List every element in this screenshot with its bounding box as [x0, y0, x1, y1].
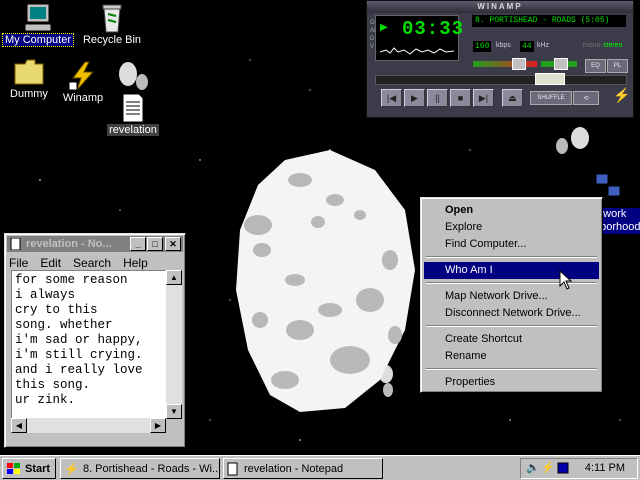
- windows-logo-icon: [7, 462, 20, 474]
- icon-label: revelation: [107, 124, 159, 136]
- maximize-button[interactable]: □: [147, 237, 163, 251]
- small-rock: [571, 127, 589, 149]
- desktop-icon-recycle-bin[interactable]: Recycle Bin: [77, 2, 147, 46]
- winamp-icon: ⚡: [64, 461, 79, 476]
- pause-button[interactable]: ||: [427, 89, 448, 107]
- kbps-label: kbps: [496, 42, 511, 49]
- stereo-label: stereo: [603, 42, 623, 49]
- winamp-tray-icon[interactable]: ⚡: [541, 461, 555, 474]
- seek-bar[interactable]: [375, 75, 627, 85]
- next-button[interactable]: ▶|: [473, 89, 494, 107]
- winamp-logo-icon[interactable]: ⚡: [613, 87, 630, 104]
- menu-item-rename[interactable]: Rename: [424, 348, 599, 365]
- stop-button[interactable]: ■: [450, 89, 471, 107]
- menu-separator: [426, 325, 597, 327]
- previous-button[interactable]: |◀: [381, 89, 402, 107]
- icon-label: Dummy: [10, 88, 48, 100]
- menu-separator: [426, 368, 597, 370]
- menu-file[interactable]: File: [9, 256, 28, 270]
- desktop-icon-revelation[interactable]: revelation: [98, 92, 168, 136]
- vertical-scrollbar[interactable]: ▲ ▼: [166, 270, 182, 419]
- visualizer: [380, 47, 454, 55]
- winamp-time: 03:33: [402, 18, 465, 40]
- winamp-bitrate: 160: [473, 41, 492, 52]
- play-button[interactable]: ▶: [404, 89, 425, 107]
- clock[interactable]: 4:11 PM: [585, 462, 625, 474]
- notepad-icon: [10, 238, 21, 250]
- window-title: revelation - No...: [26, 238, 112, 250]
- notepad-titlebar[interactable]: revelation - No... _ □ ✕: [7, 236, 183, 252]
- folder-icon: [13, 56, 45, 86]
- winamp-samplerate: 44: [520, 41, 534, 52]
- notepad-icon: [227, 462, 238, 475]
- menu-item-map-network-drive[interactable]: Map Network Drive...: [424, 288, 599, 305]
- scroll-left-button[interactable]: ◀: [11, 418, 27, 433]
- recycle-bin-icon: [96, 2, 128, 33]
- horizontal-scrollbar[interactable]: ◀ ▶: [11, 418, 166, 433]
- winamp-display: ▶ 03:33: [375, 15, 463, 61]
- close-button[interactable]: ✕: [165, 237, 181, 251]
- minimize-button[interactable]: _: [130, 237, 146, 251]
- shuffle-button[interactable]: SHUFFLE: [530, 91, 572, 105]
- task-button-winamp[interactable]: ⚡ 8. Portishead - Roads - Wi...: [60, 458, 220, 479]
- my-computer-icon: [22, 2, 54, 32]
- scroll-right-button[interactable]: ▶: [150, 418, 166, 433]
- start-button[interactable]: Start: [2, 458, 56, 479]
- icon-label: Recycle Bin: [82, 34, 142, 46]
- balance-thumb[interactable]: [554, 58, 568, 70]
- desktop-icon-my-computer[interactable]: My Computer: [1, 2, 75, 47]
- menu-item-find-computer[interactable]: Find Computer...: [424, 236, 599, 253]
- menu-separator: [426, 256, 597, 258]
- icon-label: My Computer: [1, 33, 75, 47]
- eject-button[interactable]: ⏏: [502, 89, 523, 107]
- mono-label: mono: [583, 42, 601, 49]
- winamp-window[interactable]: WINAMP OAIDV ▶ 03:33 8. PORTISHEAD - ROA…: [366, 0, 634, 118]
- menu-item-create-shortcut[interactable]: Create Shortcut: [424, 331, 599, 348]
- display-icon[interactable]: [557, 462, 569, 474]
- menu-search[interactable]: Search: [73, 256, 111, 270]
- scroll-down-button[interactable]: ▼: [166, 404, 182, 419]
- small-rock: [383, 383, 393, 397]
- context-menu: Open Explore Find Computer... Who Am I M…: [420, 197, 603, 393]
- repeat-button[interactable]: ⟲: [573, 91, 599, 105]
- menu-item-properties[interactable]: Properties: [424, 374, 599, 391]
- taskbar: Start ⚡ 8. Portishead - Roads - Wi... re…: [0, 455, 640, 480]
- menu-help[interactable]: Help: [123, 256, 148, 270]
- menu-item-open[interactable]: Open: [424, 202, 599, 219]
- text-document-icon: [117, 92, 149, 123]
- menu-edit[interactable]: Edit: [40, 256, 61, 270]
- scroll-up-button[interactable]: ▲: [166, 270, 182, 285]
- menu-item-explore[interactable]: Explore: [424, 219, 599, 236]
- task-button-notepad[interactable]: revelation - Notepad: [223, 458, 383, 479]
- notepad-window[interactable]: revelation - No... _ □ ✕ File Edit Searc…: [4, 233, 186, 448]
- seek-thumb[interactable]: [535, 73, 565, 85]
- system-tray: 🔈 ⚡ 4:11 PM: [520, 458, 638, 479]
- playlist-toggle-button[interactable]: PL: [607, 59, 628, 73]
- winamp-song-title: 8. PORTISHEAD - ROADS (5:05): [472, 15, 626, 27]
- notepad-text-area[interactable]: for some reason i always cry to this son…: [11, 270, 166, 422]
- small-rock: [119, 62, 137, 86]
- winamp-titlebar[interactable]: WINAMP: [367, 1, 633, 13]
- khz-label: kHz: [537, 42, 550, 49]
- volume-slider[interactable]: [473, 61, 537, 67]
- eq-toggle-button[interactable]: EQ: [585, 59, 606, 73]
- volume-thumb[interactable]: [512, 58, 526, 70]
- mouse-cursor-icon: [559, 270, 573, 290]
- desktop[interactable]: My Computer Recycle Bin Dummy Winamp rev…: [0, 0, 640, 455]
- task-label: revelation - Notepad: [244, 462, 344, 475]
- volume-icon[interactable]: 🔈: [526, 461, 540, 474]
- menu-item-disconnect-network-drive[interactable]: Disconnect Network Drive...: [424, 305, 599, 322]
- task-label: 8. Portishead - Roads - Wi...: [82, 462, 220, 475]
- play-indicator-icon: ▶: [380, 22, 388, 33]
- winamp-icon: [67, 60, 99, 91]
- start-label: Start: [25, 462, 51, 475]
- small-rock: [136, 74, 148, 90]
- small-rock: [556, 138, 568, 154]
